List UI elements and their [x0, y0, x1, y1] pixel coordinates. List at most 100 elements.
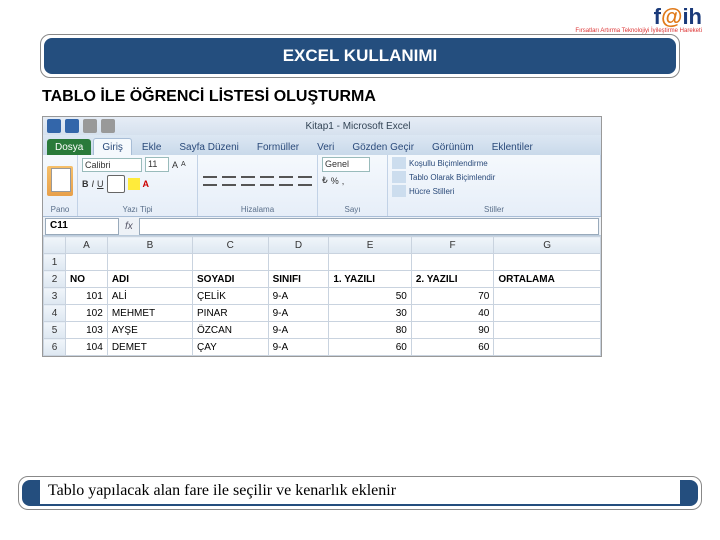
select-all-corner[interactable] [44, 237, 66, 254]
row-header-1[interactable]: 1 [44, 254, 66, 271]
tab-formuller[interactable]: Formüller [249, 139, 307, 155]
cell[interactable] [66, 254, 108, 271]
fill-color-icon[interactable] [128, 178, 140, 190]
font-name-select[interactable]: Calibri [82, 158, 142, 172]
borders-icon[interactable] [107, 175, 125, 193]
cell[interactable]: PINAR [193, 305, 269, 322]
cell[interactable]: ÖZCAN [193, 322, 269, 339]
align-top-icon[interactable] [203, 176, 217, 186]
tab-gorunum[interactable]: Görünüm [424, 139, 482, 155]
comma-icon[interactable]: , [342, 176, 345, 186]
cell[interactable]: 2. YAZILI [411, 271, 494, 288]
row-header-4[interactable]: 4 [44, 305, 66, 322]
tab-gozden-gecir[interactable]: Gözden Geçir [344, 139, 422, 155]
cell[interactable] [494, 254, 601, 271]
cell[interactable] [268, 254, 329, 271]
tab-sayfa-duzeni[interactable]: Sayfa Düzeni [171, 139, 246, 155]
cell[interactable] [494, 288, 601, 305]
cell[interactable]: 9-A [268, 305, 329, 322]
percent-icon[interactable]: % [331, 176, 339, 186]
align-center-icon[interactable] [279, 176, 293, 186]
redo-icon[interactable] [101, 119, 115, 133]
col-C[interactable]: C [193, 237, 269, 254]
col-E[interactable]: E [329, 237, 412, 254]
cell[interactable] [494, 322, 601, 339]
align-left-icon[interactable] [260, 176, 274, 186]
cell[interactable]: ALİ [107, 288, 192, 305]
cell[interactable]: NO [66, 271, 108, 288]
cell[interactable]: 40 [411, 305, 494, 322]
cell[interactable]: 60 [329, 339, 412, 356]
cell[interactable]: 9-A [268, 322, 329, 339]
currency-icon[interactable]: ₺ [322, 175, 328, 186]
cell[interactable] [107, 254, 192, 271]
cell[interactable]: 70 [411, 288, 494, 305]
cell[interactable]: 30 [329, 305, 412, 322]
col-A[interactable]: A [66, 237, 108, 254]
cell[interactable]: 103 [66, 322, 108, 339]
decrease-font-icon[interactable]: A [181, 161, 186, 168]
quick-access-toolbar [43, 119, 115, 133]
cell[interactable] [329, 254, 412, 271]
font-size-select[interactable]: 11 [145, 157, 169, 172]
row-header-3[interactable]: 3 [44, 288, 66, 305]
worksheet-grid[interactable]: A B C D E F G 12NOADISOYADISINIFI1. YAZI… [43, 236, 601, 356]
col-B[interactable]: B [107, 237, 192, 254]
tab-eklentiler[interactable]: Eklentiler [484, 139, 541, 155]
italic-icon[interactable]: I [92, 179, 95, 189]
cell[interactable]: 9-A [268, 288, 329, 305]
cell[interactable]: DEMET [107, 339, 192, 356]
align-right-icon[interactable] [298, 176, 312, 186]
cell[interactable] [494, 305, 601, 322]
bold-icon[interactable]: B [82, 179, 89, 189]
underline-icon[interactable]: U [97, 179, 104, 189]
cell[interactable]: 104 [66, 339, 108, 356]
tab-dosya[interactable]: Dosya [47, 139, 91, 155]
name-box[interactable]: C11 [45, 218, 119, 235]
cell[interactable]: MEHMET [107, 305, 192, 322]
cell[interactable]: 101 [66, 288, 108, 305]
cell[interactable]: ORTALAMA [494, 271, 601, 288]
col-D[interactable]: D [268, 237, 329, 254]
cell[interactable] [494, 339, 601, 356]
cell[interactable]: 90 [411, 322, 494, 339]
paste-icon[interactable] [47, 166, 73, 196]
row-header-2[interactable]: 2 [44, 271, 66, 288]
increase-font-icon[interactable]: A [172, 160, 178, 170]
cell[interactable]: AYŞE [107, 322, 192, 339]
save-icon[interactable] [65, 119, 79, 133]
cell[interactable] [193, 254, 269, 271]
cell[interactable]: 50 [329, 288, 412, 305]
fx-icon[interactable]: fx [125, 221, 133, 232]
col-F[interactable]: F [411, 237, 494, 254]
cell[interactable]: SOYADI [193, 271, 269, 288]
cell[interactable]: SINIFI [268, 271, 329, 288]
cell-styles-label[interactable]: Hücre Stilleri [409, 187, 454, 196]
cell[interactable]: ÇAY [193, 339, 269, 356]
tab-ekle[interactable]: Ekle [134, 139, 169, 155]
cell[interactable] [411, 254, 494, 271]
font-color-icon[interactable]: A [143, 179, 150, 189]
cell[interactable]: ADI [107, 271, 192, 288]
row-header-6[interactable]: 6 [44, 339, 66, 356]
undo-icon[interactable] [83, 119, 97, 133]
conditional-format-icon[interactable] [392, 157, 406, 169]
align-middle-icon[interactable] [222, 176, 236, 186]
format-as-table-label[interactable]: Tablo Olarak Biçimlendir [409, 173, 495, 182]
cell[interactable]: 80 [329, 322, 412, 339]
row-header-5[interactable]: 5 [44, 322, 66, 339]
conditional-format-label[interactable]: Koşullu Biçimlendirme [409, 159, 488, 168]
cell[interactable]: 102 [66, 305, 108, 322]
align-bottom-icon[interactable] [241, 176, 255, 186]
number-format-select[interactable]: Genel [322, 157, 370, 172]
formula-bar[interactable] [139, 218, 599, 235]
cell[interactable]: 9-A [268, 339, 329, 356]
cell[interactable]: ÇELİK [193, 288, 269, 305]
cell-styles-icon[interactable] [392, 185, 406, 197]
cell[interactable]: 1. YAZILI [329, 271, 412, 288]
format-as-table-icon[interactable] [392, 171, 406, 183]
col-G[interactable]: G [494, 237, 601, 254]
tab-giris[interactable]: Giriş [93, 138, 132, 155]
cell[interactable]: 60 [411, 339, 494, 356]
tab-veri[interactable]: Veri [309, 139, 342, 155]
